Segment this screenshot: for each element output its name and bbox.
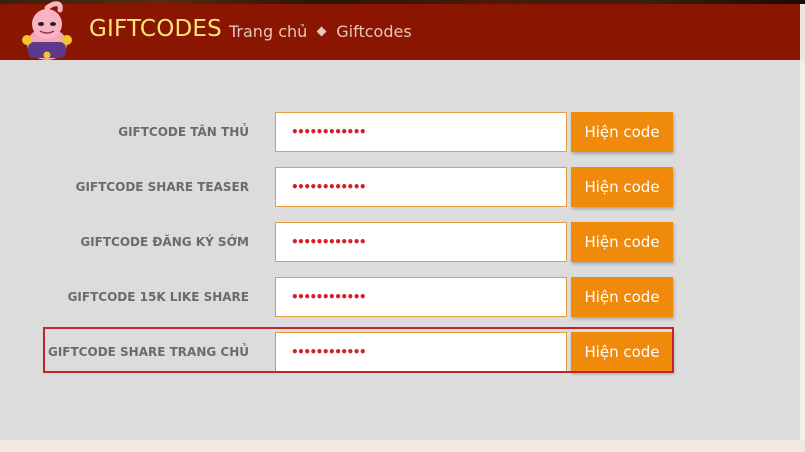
giftcode-masked-value: •••••••••••• <box>291 125 367 139</box>
breadcrumb-home-link[interactable]: Trang chủ <box>229 22 307 41</box>
show-code-button[interactable]: Hiện code <box>571 167 673 207</box>
page-title: GIFTCODES <box>89 16 222 42</box>
giftcode-row-15k-like-share: GIFTCODE 15K LIKE SHARE •••••••••••• Hiệ… <box>0 277 800 317</box>
giftcode-masked-value: •••••••••••• <box>291 235 367 249</box>
selection-highlight-box <box>43 327 674 373</box>
right-edge-background <box>800 60 805 452</box>
page-header: GIFTCODES Trang chủ Giftcodes <box>0 1 800 60</box>
giftcode-field[interactable]: •••••••••••• <box>275 277 567 317</box>
breadcrumb: Trang chủ Giftcodes <box>229 22 412 41</box>
giftcode-masked-value: •••••••••••• <box>291 290 367 304</box>
show-code-button[interactable]: Hiện code <box>571 112 673 152</box>
giftcode-label: GIFTCODE ĐĂNG KÝ SỚM <box>80 235 249 249</box>
giftcode-panel: GIFTCODE TÂN THỦ •••••••••••• Hiện code … <box>0 60 800 440</box>
giftcode-masked-value: •••••••••••• <box>291 180 367 194</box>
giftcode-row-tan-thu: GIFTCODE TÂN THỦ •••••••••••• Hiện code <box>0 112 800 152</box>
show-code-button[interactable]: Hiện code <box>571 222 673 262</box>
giftcode-field[interactable]: •••••••••••• <box>275 222 567 262</box>
giftcode-label: GIFTCODE 15K LIKE SHARE <box>67 290 249 304</box>
bottom-background <box>0 440 805 452</box>
giftcode-row-share-teaser: GIFTCODE SHARE TEASER •••••••••••• Hiện … <box>0 167 800 207</box>
show-code-button[interactable]: Hiện code <box>571 277 673 317</box>
mascot-icon <box>22 1 72 60</box>
giftcode-label: GIFTCODE SHARE TEASER <box>75 180 249 194</box>
breadcrumb-current: Giftcodes <box>336 22 412 41</box>
breadcrumb-separator-icon <box>316 26 327 37</box>
giftcode-field[interactable]: •••••••••••• <box>275 112 567 152</box>
giftcode-row-dang-ky-som: GIFTCODE ĐĂNG KÝ SỚM •••••••••••• Hiện c… <box>0 222 800 262</box>
giftcode-field[interactable]: •••••••••••• <box>275 167 567 207</box>
giftcode-label: GIFTCODE TÂN THỦ <box>118 125 249 139</box>
